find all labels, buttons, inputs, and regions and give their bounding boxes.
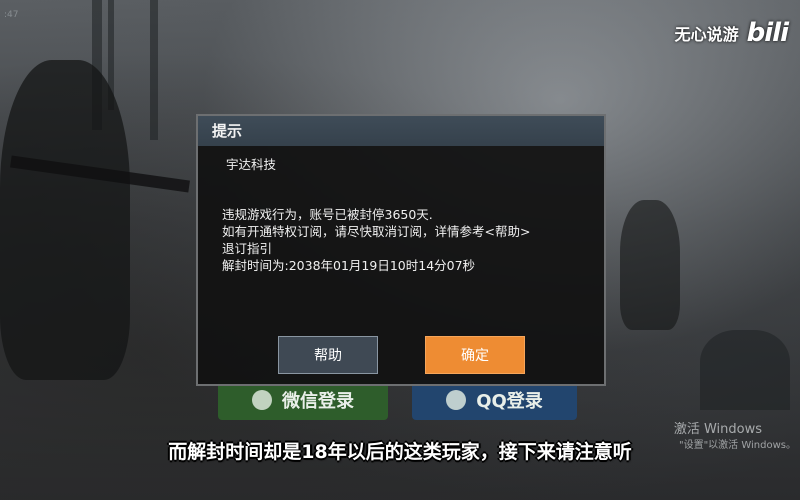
wechat-login-label: 微信登录 [282,391,354,412]
ban-notice-dialog: 提示 宇达科技 违规游戏行为，账号已被封停3650天. 如有开通特权订阅，请尽快… [196,114,606,386]
message-line: 如有开通特权订阅，请尽快取消订阅，详情参考<帮助> [222,224,531,239]
corner-text: :47 [4,10,19,20]
help-button[interactable]: 帮助 [278,336,378,374]
message-line: 违规游戏行为，账号已被封停3650天. [222,207,433,222]
dialog-message: 违规游戏行为，账号已被封停3650天. 如有开通特权订阅，请尽快取消订阅，详情参… [222,206,586,274]
dialog-company: 宇达科技 [226,157,277,172]
windows-activation-title: 激活 Windows [673,422,762,437]
video-subtitle: 而解封时间却是18年以后的这类玩家，接下来请注意听 [168,441,632,463]
qq-icon [446,390,467,410]
message-line: 退订指引 [222,241,273,256]
soldier-silhouette [620,200,680,330]
wechat-icon [252,390,272,410]
qq-login-button[interactable]: QQ登录 [412,380,577,420]
dialog-title: 提示 [198,116,604,146]
bilibili-logo: bili [746,18,789,48]
pine-tree [700,330,790,410]
soldier-silhouette [0,60,130,380]
wechat-login-button[interactable]: 微信登录 [218,380,388,420]
channel-name: 无心说游 [674,25,739,44]
qq-login-label: QQ登录 [476,391,543,412]
message-line: 解封时间为:2038年01月19日10时14分07秒 [222,258,476,273]
confirm-button[interactable]: 确定 [425,336,525,374]
video-watermark: 无心说游 bili [674,18,789,48]
tree-trunk [150,0,158,140]
